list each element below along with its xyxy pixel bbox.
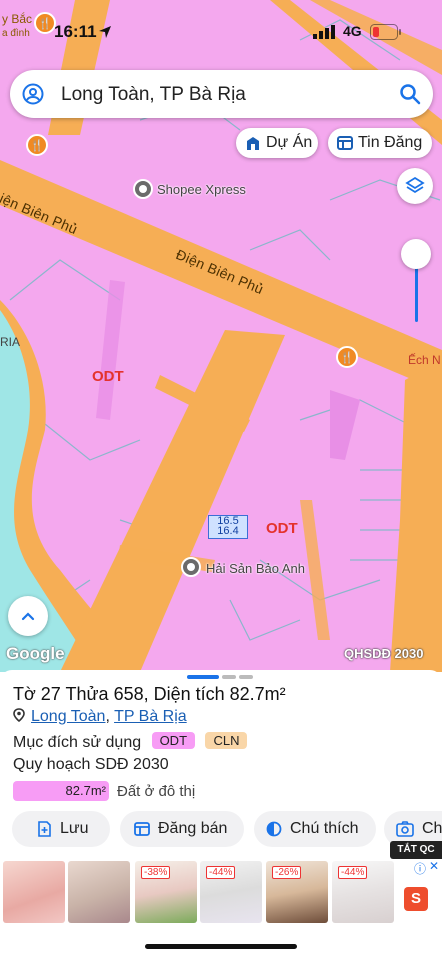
ad-product-image[interactable]	[68, 861, 130, 923]
legend-button[interactable]: Chú thích	[254, 811, 376, 847]
discount-badge: -44%	[206, 866, 236, 879]
city-link[interactable]: TP Bà Rịa	[114, 708, 187, 725]
legend-label: Chú thích	[290, 820, 359, 837]
ad-close-icon[interactable]: ✕	[429, 859, 439, 873]
location-separator: ,	[105, 708, 115, 725]
area-description: Đất ở đô thị	[117, 782, 196, 800]
area-row: 82.7m² Đất ở đô thị	[13, 779, 195, 803]
discount-badge: -44%	[338, 866, 368, 879]
save-label: Lưu	[60, 820, 89, 837]
capture-label: Ch	[422, 820, 442, 837]
poi-label-shopee-xpress[interactable]: Shopee Xpress	[157, 182, 246, 197]
network-type: 4G	[343, 23, 362, 39]
ad-info-icon[interactable]: ⓘ	[414, 860, 426, 877]
ad-product-image[interactable]	[3, 861, 65, 923]
user-icon[interactable]	[22, 83, 44, 105]
land-use-tag-cln: CLN	[205, 732, 248, 749]
search-icon[interactable]	[399, 83, 421, 105]
contrast-icon	[266, 821, 282, 837]
location-arrow-icon	[99, 26, 111, 38]
sheet-handle-dot	[239, 675, 253, 679]
listing-icon	[337, 136, 353, 150]
status-time: 16:11	[54, 22, 97, 41]
plan-label: Quy hoạch SDĐ 2030	[13, 756, 169, 773]
search-bar[interactable]: Long Toàn, TP Bà Rịa	[10, 70, 433, 118]
camera-icon	[396, 821, 414, 837]
expand-button[interactable]	[8, 596, 48, 636]
du-an-button[interactable]: Dự Án	[236, 128, 318, 158]
ad-product-image[interactable]: -44%	[200, 861, 262, 923]
tin-dang-label: Tin Đăng	[358, 134, 423, 151]
home-indicator[interactable]	[145, 944, 297, 949]
location-pin-icon	[13, 708, 25, 723]
map-label-left: RIA	[0, 335, 21, 349]
signal-icon	[313, 25, 335, 39]
parcel-location: Long Toàn, TP Bà Rịa	[13, 708, 187, 726]
zone-label: ODT	[92, 368, 124, 385]
du-an-label: Dự Án	[266, 134, 313, 151]
google-logo: Google	[6, 644, 65, 663]
save-icon	[36, 821, 52, 837]
ad-product-image[interactable]: -26%	[266, 861, 328, 923]
sheet-handle[interactable]	[187, 675, 219, 679]
post-listing-label: Đăng bán	[158, 820, 228, 837]
ad-banner[interactable]: -38% -44% -26% -44%	[0, 848, 442, 928]
status-bar: 16:11 4G	[0, 0, 442, 60]
battery-icon	[370, 24, 401, 40]
search-input[interactable]: Long Toàn, TP Bà Rịa	[61, 84, 246, 106]
restaurant-icon[interactable]: 🍴	[336, 346, 358, 368]
zone-label: ODT	[266, 520, 298, 537]
shopee-logo: S	[404, 887, 428, 911]
post-listing-button[interactable]: Đăng bán	[120, 811, 244, 847]
listing-icon	[134, 822, 150, 836]
opacity-slider-handle[interactable]	[401, 239, 431, 269]
tin-dang-button[interactable]: Tin Đăng	[328, 128, 432, 158]
chevron-up-icon	[21, 612, 35, 621]
sheet-handle-dot	[222, 675, 236, 679]
discount-badge: -26%	[272, 866, 302, 879]
land-use-tag-odt: ODT	[151, 732, 196, 749]
ad-product-image[interactable]: -44%	[332, 861, 394, 923]
poi-marker-icon[interactable]	[133, 179, 153, 199]
layers-icon	[405, 176, 425, 194]
parcel-label-bottom: 16.4	[217, 525, 239, 537]
parcel-info-sheet: Tờ 27 Thửa 658, Diện tích 82.7m² Long To…	[0, 670, 442, 848]
area-value: 82.7m²	[13, 781, 109, 801]
discount-badge: -38%	[141, 866, 171, 879]
parcel-title: Tờ 27 Thửa 658, Diện tích 82.7m²	[13, 684, 286, 704]
layers-button[interactable]	[397, 168, 433, 204]
poi-marker-icon[interactable]	[181, 557, 201, 577]
save-button[interactable]: Lưu	[12, 811, 110, 847]
close-ad-button[interactable]: TẮT QC	[390, 841, 442, 859]
poi-label-hai-san-bao-anh[interactable]: Hải Sản Bảo Anh	[206, 561, 305, 576]
selected-parcel[interactable]: 16.5 16.4	[208, 515, 248, 539]
land-use-row: Mục đích sử dụng ODT CLN	[13, 732, 248, 752]
action-row: Lưu Đăng bán Chú thích Ch	[0, 811, 442, 849]
restaurant-icon[interactable]: 🍴	[26, 134, 48, 156]
ward-link[interactable]: Long Toàn	[31, 708, 105, 725]
land-use-label: Mục đích sử dụng	[13, 734, 142, 751]
overlay-name: QHSDĐ 2030	[344, 646, 424, 661]
building-icon	[245, 135, 261, 151]
map-label-right: Ếch N	[408, 353, 441, 367]
ad-product-image[interactable]: -38%	[135, 861, 197, 923]
